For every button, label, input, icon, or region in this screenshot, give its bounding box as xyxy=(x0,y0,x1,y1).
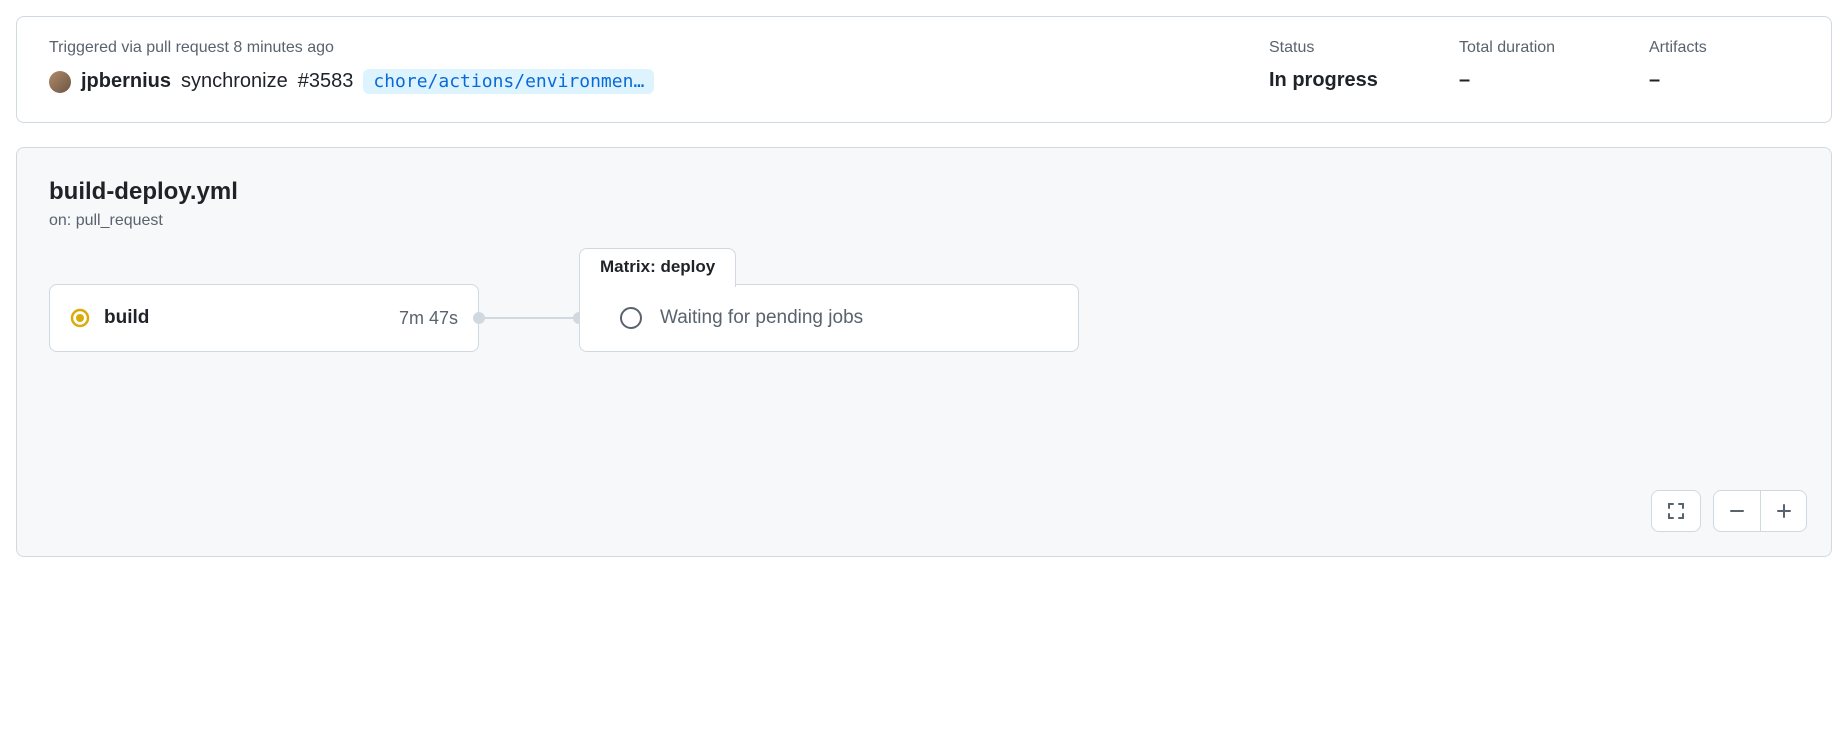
in-progress-icon xyxy=(70,308,90,328)
pending-icon xyxy=(620,307,642,329)
matrix-tab[interactable]: Matrix: deploy xyxy=(579,248,736,287)
workflow-file-name: build-deploy.yml xyxy=(49,178,1799,206)
connector-line xyxy=(479,317,579,319)
workflow-on-label: on: pull_request xyxy=(49,212,1799,230)
job-name: build xyxy=(104,307,385,329)
zoom-out-button[interactable] xyxy=(1714,490,1760,532)
avatar[interactable] xyxy=(49,71,71,93)
actor-name[interactable]: jpbernius xyxy=(81,70,171,93)
artifacts-label: Artifacts xyxy=(1649,39,1799,57)
status-value: In progress xyxy=(1269,69,1419,92)
duration-col: Total duration – xyxy=(1459,39,1609,94)
job-card-build[interactable]: build 7m 47s xyxy=(49,284,479,352)
duration-label: Total duration xyxy=(1459,39,1609,57)
branch-chip[interactable]: chore/actions/environmen… xyxy=(363,69,654,94)
trigger-text: Triggered via pull request 8 minutes ago xyxy=(49,39,1229,57)
artifacts-value: – xyxy=(1649,69,1799,92)
zoom-controls xyxy=(1651,490,1807,532)
minus-icon xyxy=(1728,502,1746,520)
actor-line: jpbernius synchronize #3583 chore/action… xyxy=(49,69,1229,94)
graph-row: build 7m 47s Matrix: deploy Waiting for … xyxy=(49,284,1799,352)
zoom-in-button[interactable] xyxy=(1760,490,1806,532)
trigger-block: Triggered via pull request 8 minutes ago… xyxy=(49,39,1229,94)
matrix-wrap: Matrix: deploy Waiting for pending jobs xyxy=(579,284,1079,352)
zoom-group xyxy=(1713,490,1807,532)
matrix-message: Waiting for pending jobs xyxy=(660,307,863,329)
matrix-card[interactable]: Waiting for pending jobs xyxy=(579,284,1079,352)
fullscreen-icon xyxy=(1666,501,1686,521)
pr-number[interactable]: #3583 xyxy=(298,70,354,93)
status-label: Status xyxy=(1269,39,1419,57)
actor-action: synchronize xyxy=(181,70,288,93)
plus-icon xyxy=(1775,502,1793,520)
duration-value: – xyxy=(1459,69,1609,92)
run-summary-card: Triggered via pull request 8 minutes ago… xyxy=(16,16,1832,123)
workflow-graph-card: build-deploy.yml on: pull_request build … xyxy=(16,147,1832,557)
fullscreen-button[interactable] xyxy=(1651,490,1701,532)
job-duration: 7m 47s xyxy=(399,308,458,329)
status-col: Status In progress xyxy=(1269,39,1419,94)
artifacts-col: Artifacts – xyxy=(1649,39,1799,94)
